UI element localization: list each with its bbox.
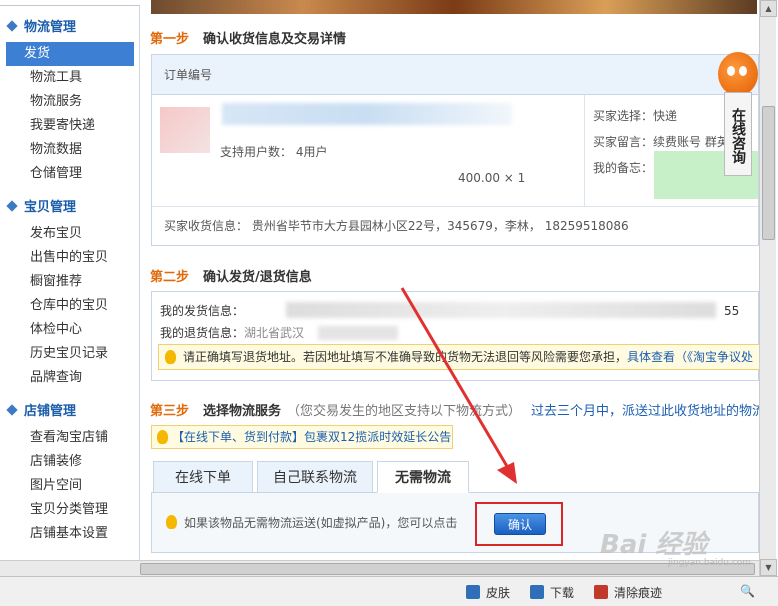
order-details: 订单编号 支持用户数： 4用户 400.00 × 1 买家选择：快递 买家留言：…	[151, 54, 759, 246]
step2-heading: 第二步 确认发货/退货信息	[150, 270, 312, 285]
promo-notice[interactable]: 【在线下单、货到付款】包裹双12揽派时效延长公告	[151, 425, 453, 449]
sidebar-section-shop[interactable]: 店铺管理	[0, 398, 139, 426]
users-count: 支持用户数： 4用户	[220, 145, 328, 159]
section-diamond-icon	[6, 20, 18, 32]
ship-return-info: 我的发货信息： 55 我的退货信息：湖北省武汉 请正确填写退货地址。若因地址填写…	[151, 291, 759, 381]
tab-self-contact[interactable]: 自己联系物流	[257, 461, 373, 493]
download-button[interactable]: 下载	[530, 584, 574, 601]
receiver-info: 买家收货信息： 贵州省毕节市大方县园林小区22号，345679，李林， 1825…	[164, 219, 629, 233]
sidebar-item-publish[interactable]: 发布宝贝	[6, 222, 134, 246]
item-thumbnail[interactable]	[160, 107, 210, 153]
horizontal-scrollbar[interactable]	[0, 560, 759, 576]
horizontal-scroll-thumb[interactable]	[140, 563, 755, 575]
sidebar-item-on-sale[interactable]: 出售中的宝贝	[6, 246, 134, 270]
sidebar-section-items[interactable]: 宝贝管理	[0, 194, 139, 222]
vertical-scroll-thumb[interactable]	[762, 106, 775, 240]
sidebar-item-logistics-data[interactable]: 物流数据	[6, 138, 134, 162]
sidebar-item-window[interactable]: 橱窗推荐	[6, 270, 134, 294]
return-address-blurred	[318, 326, 398, 340]
tab-online-order[interactable]: 在线下单	[153, 461, 253, 493]
return-info-row: 我的退货信息：湖北省武汉	[160, 326, 305, 340]
sidebar-item-warehouse[interactable]: 仓储管理	[6, 162, 134, 186]
item-title-blurred	[222, 103, 512, 125]
clear-history-button[interactable]: 清除痕迹	[594, 584, 662, 601]
sidebar-section-logistics[interactable]: 物流管理	[0, 14, 139, 42]
order-number-row: 订单编号	[152, 55, 758, 95]
sidebar-item-image-space[interactable]: 图片空间	[6, 474, 134, 498]
sidebar-item-decorate[interactable]: 店铺装修	[6, 450, 134, 474]
lightbulb-icon	[157, 430, 168, 444]
sidebar-item-logistics-service[interactable]: 物流服务	[6, 90, 134, 114]
return-address-warning: 请正确填写退货地址。若因地址填写不准确导致的货物无法退回等风险需要您承担，具体查…	[158, 344, 759, 370]
scroll-down-arrow-icon[interactable]: ▼	[760, 559, 777, 576]
skin-button[interactable]: 皮肤	[466, 584, 510, 601]
online-chat-float[interactable]: 在线咨询	[712, 52, 762, 176]
mascot-icon	[718, 52, 758, 96]
step3-heading: 第三步 选择物流服务 （您交易发生的地区支持以下物流方式） 过去三个月中，派送过此收货…	[150, 400, 759, 419]
browser-statusbar: 皮肤 下载 清除痕迹 🔍	[0, 576, 778, 606]
online-chat-label: 在线咨询	[724, 92, 752, 176]
sidebar-item-checkup[interactable]: 体检中心	[6, 318, 134, 342]
sidebar-item-send-express[interactable]: 我要寄快递	[6, 114, 134, 138]
sidebar: 物流管理 发货 物流工具 物流服务 我要寄快递 物流数据 仓储管理 宝贝管理 发…	[0, 6, 140, 576]
sidebar-item-history[interactable]: 历史宝贝记录	[6, 342, 134, 366]
sidebar-item-view-shop[interactable]: 查看淘宝店铺	[6, 426, 134, 450]
order-item: 支持用户数： 4用户 400.00 × 1 买家选择：快递 买家留言：续费账号 …	[152, 95, 758, 207]
section-diamond-icon	[6, 404, 18, 416]
download-icon	[530, 585, 544, 599]
zoom-search-icon[interactable]: 🔍	[740, 584, 755, 598]
sidebar-item-in-stock[interactable]: 仓库中的宝贝	[6, 294, 134, 318]
sidebar-item-shop-settings[interactable]: 店铺基本设置	[6, 522, 134, 546]
sidebar-item-brand[interactable]: 品牌查询	[6, 366, 134, 390]
past-carriers-link[interactable]: 过去三个月中，派送过此收货地址的物流公司列	[531, 404, 759, 419]
tab-no-logistics[interactable]: 无需物流	[377, 461, 469, 493]
highlight-box	[475, 502, 563, 546]
broom-icon	[594, 585, 608, 599]
lightbulb-icon	[166, 515, 177, 529]
sidebar-item-logistics-tools[interactable]: 物流工具	[6, 66, 134, 90]
scroll-up-arrow-icon[interactable]: ▲	[760, 0, 777, 17]
logistics-tabs: 在线下单 自己联系物流 无需物流	[151, 461, 759, 493]
baidu-watermark-url: jingyan.baidu.com	[668, 558, 752, 568]
section-diamond-icon	[6, 200, 18, 212]
main-content: 第一步 确认收货信息及交易详情 订单编号 支持用户数： 4用户 400.00 × …	[141, 0, 759, 576]
price-quantity: 400.00 × 1	[458, 171, 526, 185]
ship-address-blurred	[286, 302, 716, 318]
step1-heading: 第一步 确认收货信息及交易详情	[150, 32, 347, 47]
vertical-scrollbar[interactable]: ▲ ▼	[759, 0, 777, 576]
skin-icon	[466, 585, 480, 599]
top-banner	[151, 0, 757, 14]
lightbulb-icon	[165, 350, 176, 364]
dispute-link[interactable]: 具体查看（《淘宝争议处	[627, 350, 753, 364]
no-logistics-hint: 如果该物品无需物流运送(如虚拟产品)，您可以点击	[166, 514, 457, 531]
sidebar-item-categories[interactable]: 宝贝分类管理	[6, 498, 134, 522]
sidebar-item-ship[interactable]: 发货	[6, 42, 134, 66]
baidu-watermark: Bai 经验	[600, 530, 708, 560]
